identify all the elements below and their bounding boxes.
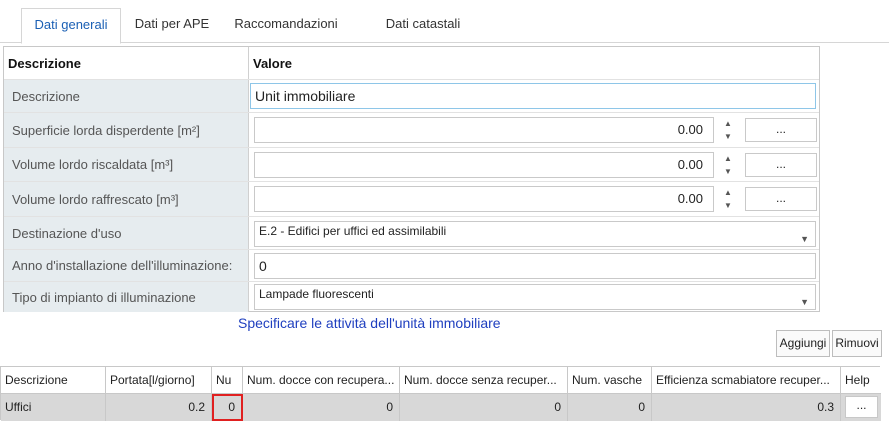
grid-header-docce-senza[interactable]: Num. docce senza recuper... — [400, 367, 568, 394]
header-descrizione: Descrizione — [8, 56, 81, 71]
chevron-down-icon[interactable]: ▼ — [800, 230, 809, 248]
help-button[interactable]: ... — [845, 396, 878, 418]
grid-header-efficienza[interactable]: Efficienza scmabiatore recuper... — [652, 367, 841, 394]
anno-installazione-input[interactable]: 0 — [254, 253, 816, 279]
grid-header: Descrizione Portata[l/giorno] Nu Num. do… — [1, 367, 881, 394]
row-descrizione: Descrizione Unit immobiliare — [4, 80, 819, 113]
row-anno-installazione: Anno d'installazione dell'illuminazione:… — [4, 250, 819, 282]
volume-raffrescato-input[interactable]: 0.00 — [254, 186, 714, 212]
cell-docce-con[interactable]: 0 — [243, 394, 400, 421]
label-anno-installazione: Anno d'installazione dell'illuminazione: — [4, 250, 248, 281]
cell-portata[interactable]: 0.2 — [106, 394, 212, 421]
tab-raccomandazioni[interactable]: Raccomandazioni — [226, 8, 346, 43]
grid-header-help[interactable]: Help — [841, 367, 880, 394]
chevron-down-icon[interactable]: ▼ — [800, 293, 809, 311]
cell-vasche[interactable]: 0 — [568, 394, 652, 421]
cell-descrizione[interactable]: Uffici — [1, 394, 106, 421]
cell-efficienza[interactable]: 0.3 — [652, 394, 841, 421]
tab-bar: Dati generali Dati per APE Raccomandazio… — [0, 0, 889, 44]
tab-dati-generali[interactable]: Dati generali — [21, 8, 121, 44]
superficie-spinner[interactable]: ▲ ▼ — [720, 117, 736, 143]
label-descrizione: Descrizione — [4, 80, 248, 112]
properties-header: Descrizione Valore — [4, 47, 819, 80]
grid-header-docce-con[interactable]: Num. docce con recupera... — [243, 367, 400, 394]
grid-header-vasche[interactable]: Num. vasche — [568, 367, 652, 394]
descrizione-input[interactable]: Unit immobiliare — [250, 83, 816, 109]
spin-up-icon[interactable]: ▲ — [720, 186, 736, 199]
volume-riscaldata-spinner[interactable]: ▲ ▼ — [720, 152, 736, 178]
cell-nu[interactable]: 0 — [212, 394, 243, 421]
superficie-more-button[interactable]: ... — [745, 118, 817, 142]
label-superficie: Superficie lorda disperdente [m²] — [4, 113, 248, 147]
add-button[interactable]: Aggiungi — [776, 330, 830, 357]
label-destinazione: Destinazione d'uso — [4, 217, 248, 249]
header-valore: Valore — [253, 56, 293, 71]
tipo-impianto-value: Lampade fluorescenti — [259, 287, 374, 301]
volume-raffrescato-spinner[interactable]: ▲ ▼ — [720, 186, 736, 212]
spin-up-icon[interactable]: ▲ — [720, 152, 736, 165]
activities-caption: Specificare le attività dell'unità immob… — [238, 315, 501, 331]
spin-up-icon[interactable]: ▲ — [720, 117, 736, 130]
spin-down-icon[interactable]: ▼ — [720, 199, 736, 212]
properties-panel: Descrizione Valore Descrizione Unit immo… — [3, 46, 820, 312]
spin-down-icon[interactable]: ▼ — [720, 165, 736, 178]
grid-header-nu[interactable]: Nu — [212, 367, 243, 394]
cell-docce-senza[interactable]: 0 — [400, 394, 568, 421]
volume-riscaldata-more-button[interactable]: ... — [745, 153, 817, 177]
remove-button[interactable]: Rimuovi — [832, 330, 882, 357]
label-volume-riscaldata: Volume lordo riscaldata [m³] — [4, 148, 248, 181]
destinazione-value: E.2 - Edifici per uffici ed assimilabili — [259, 224, 447, 238]
grid-header-descrizione[interactable]: Descrizione — [1, 367, 106, 394]
row-volume-riscaldata: Volume lordo riscaldata [m³] 0.00 ▲ ▼ ..… — [4, 148, 819, 182]
row-destinazione: Destinazione d'uso E.2 - Edifici per uff… — [4, 217, 819, 250]
tipo-impianto-select[interactable]: Lampade fluorescenti ▼ — [254, 284, 816, 310]
tab-dati-catastali[interactable]: Dati catastali — [366, 8, 480, 43]
volume-raffrescato-more-button[interactable]: ... — [745, 187, 817, 211]
label-tipo-impianto: Tipo di impianto di illuminazione — [4, 282, 248, 312]
row-tipo-impianto: Tipo di impianto di illuminazione Lampad… — [4, 282, 819, 312]
table-row[interactable]: Uffici 0.2 0 0 0 0 0.3 — [1, 394, 881, 421]
activities-grid: Descrizione Portata[l/giorno] Nu Num. do… — [0, 366, 881, 421]
volume-riscaldata-input[interactable]: 0.00 — [254, 152, 714, 178]
destinazione-select[interactable]: E.2 - Edifici per uffici ed assimilabili… — [254, 221, 816, 247]
grid-header-portata[interactable]: Portata[l/giorno] — [106, 367, 212, 394]
tab-dati-per-ape[interactable]: Dati per APE — [124, 8, 220, 43]
label-volume-raffrescato: Volume lordo raffrescato [m³] — [4, 182, 248, 216]
row-superficie: Superficie lorda disperdente [m²] 0.00 ▲… — [4, 113, 819, 148]
spin-down-icon[interactable]: ▼ — [720, 130, 736, 143]
row-volume-raffrescato: Volume lordo raffrescato [m³] 0.00 ▲ ▼ .… — [4, 182, 819, 217]
superficie-input[interactable]: 0.00 — [254, 117, 714, 143]
